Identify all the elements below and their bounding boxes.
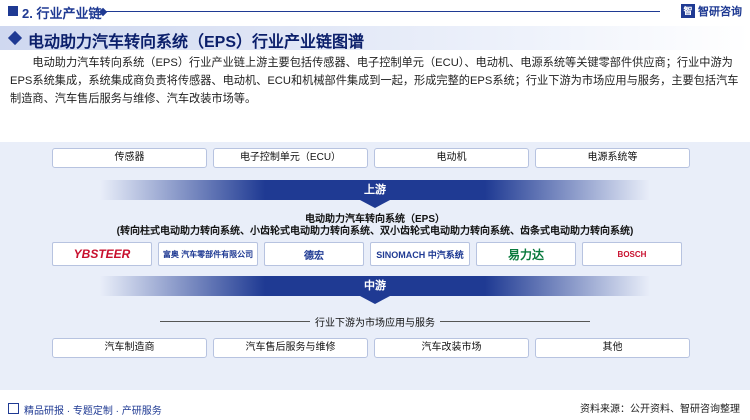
midstream-band: 中游 [100, 276, 650, 296]
company-logo-text: SINOMACH 中汽系统 [376, 249, 464, 260]
page-title-bar: 电动助力汽车转向系统（EPS）行业产业链图谱 [0, 26, 750, 51]
footer: 精品研报 · 专题定制 · 产研服务 资料来源：公开资料、智研咨询整理 [0, 398, 750, 420]
midstream-subtitle: (转向柱式电动助力转向系统、小齿轮式电动助力转向系统、双小齿轮式电动助力转向系统… [116, 226, 634, 237]
company-logo: 易力达 [476, 242, 576, 266]
company-logo-text: BOSCH [617, 249, 647, 259]
company-logo: 富奥 汽车零部件有限公司 [158, 242, 258, 266]
brand-logo: 智 智研咨询 [681, 3, 742, 19]
footer-slogan: 精品研报 · 专题定制 · 产研服务 [24, 406, 162, 417]
upstream-row: 传感器 电子控制单元（ECU） 电动机 电源系统等 [52, 148, 690, 168]
industry-chain-diagram: 传感器 电子控制单元（ECU） 电动机 电源系统等 上游 电动助力汽车转向系统（… [0, 142, 750, 390]
top-bar: 2. 行业产业链 智 智研咨询 [0, 0, 750, 22]
upstream-arrow-icon [360, 200, 390, 208]
upstream-band: 上游 [100, 180, 650, 200]
company-logo-text: 德宏 [304, 250, 324, 262]
downstream-title: 行业下游为市场应用与服务 [315, 318, 435, 329]
upstream-item: 电动机 [374, 148, 529, 168]
report-icon [8, 403, 19, 414]
company-logo-text: 富奥 汽车零部件有限公司 [162, 249, 254, 259]
company-logo: SINOMACH 中汽系统 [370, 242, 470, 266]
downstream-row: 汽车制造商 汽车售后服务与维修 汽车改装市场 其他 [52, 338, 690, 358]
source-note: 资料来源：公开资料、智研咨询整理 [580, 404, 740, 415]
header-rule [100, 11, 660, 12]
section-square-icon [8, 6, 18, 16]
company-logo: BOSCH [582, 242, 682, 266]
divider-line [440, 321, 590, 322]
upstream-item: 传感器 [52, 148, 207, 168]
section-heading: 2. 行业产业链 [22, 6, 102, 21]
downstream-item: 汽车制造商 [52, 338, 207, 358]
midstream-title: 电动助力汽车转向系统（EPS） [304, 214, 445, 225]
page-title: 电动助力汽车转向系统（EPS）行业产业链图谱 [28, 34, 365, 51]
midstream-logo-row: YBSTEER 富奥 汽车零部件有限公司 德宏 SINOMACH 中汽系统 易力… [52, 242, 682, 266]
downstream-item: 汽车改装市场 [374, 338, 529, 358]
midstream-arrow-icon [360, 296, 390, 304]
company-logo: YBSTEER [52, 242, 152, 266]
company-logo-text: YBSTEER [73, 247, 131, 261]
company-logo-text: 易力达 [507, 247, 544, 262]
downstream-item: 汽车售后服务与维修 [213, 338, 368, 358]
upstream-item: 电子控制单元（ECU） [213, 148, 368, 168]
brand-name: 智研咨询 [698, 6, 742, 18]
downstream-item: 其他 [535, 338, 690, 358]
company-logo: 德宏 [264, 242, 364, 266]
brand-mark-icon: 智 [681, 4, 695, 18]
intro-paragraph: 电动助力汽车转向系统（EPS）行业产业链上游主要包括传感器、电子控制单元（ECU… [10, 57, 739, 105]
title-diamond-icon [7, 30, 23, 46]
upstream-item: 电源系统等 [535, 148, 690, 168]
